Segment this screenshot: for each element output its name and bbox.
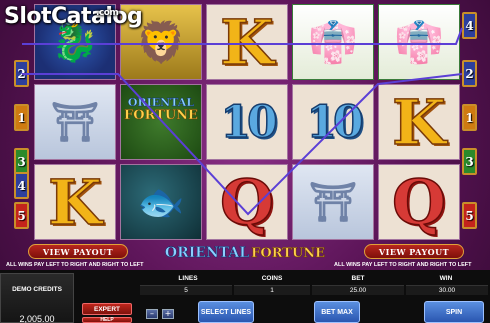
payline-badge-left[interactable]: 1 xyxy=(14,104,29,131)
geisha-icon: 👘 xyxy=(308,18,358,66)
logo-part1: ORIENTAL xyxy=(164,245,250,262)
reel-grid: 🐉 ⛩ K 🦁 ORIENTAL FORTUNE 🐟 K 10 Q 👘 10 ⛩… xyxy=(34,4,462,244)
payline-badge-right[interactable]: 2 xyxy=(462,60,477,87)
payline-badge-left[interactable]: 2 xyxy=(14,60,29,87)
win-label: WIN xyxy=(439,275,453,282)
symbol-10-label: 10 xyxy=(220,96,279,149)
reel-symbol-10: 10 xyxy=(206,84,288,160)
view-payout-button[interactable]: VIEW PAYOUT xyxy=(28,244,128,259)
symbol-10-label: 10 xyxy=(306,96,365,149)
symbol-k-label: K xyxy=(391,85,446,159)
credits-label: DEMO CREDITS xyxy=(12,286,62,293)
bet-max-button[interactable]: BET MAX xyxy=(314,301,360,323)
spin-button[interactable]: SPIN xyxy=(424,301,484,323)
reel-symbol-logo: ORIENTAL FORTUNE xyxy=(120,84,202,160)
payline-badge-right[interactable]: 5 xyxy=(462,202,477,229)
reel-symbol-k: K xyxy=(34,164,116,240)
reel-symbol-geisha: 👘 xyxy=(378,4,460,80)
reel-symbol-geisha: 👘 xyxy=(292,4,374,80)
expert-button[interactable]: EXPERT xyxy=(82,303,132,315)
payline-badge-right[interactable]: 1 xyxy=(462,104,477,131)
watermark-text: SlotCatalog xyxy=(4,4,143,29)
view-payout-button[interactable]: VIEW PAYOUT xyxy=(364,244,464,259)
lines-value: 5 xyxy=(140,285,232,295)
geisha-icon: 👘 xyxy=(394,18,444,66)
wins-note-left: ALL WINS PAY LEFT TO RIGHT AND RIGHT TO … xyxy=(6,262,144,268)
reel-symbol-k: K xyxy=(206,4,288,80)
credits-box: DEMO CREDITS 2,005.00 xyxy=(0,273,74,323)
win-value: 30.00 xyxy=(406,285,488,295)
credits-value: 2,005.00 xyxy=(19,314,55,323)
watermark-suffix: .com xyxy=(96,8,119,18)
reel-symbol-temple: ⛩ xyxy=(34,84,116,160)
payline-badge-left[interactable]: 5 xyxy=(14,202,29,229)
coins-label: COINS xyxy=(261,275,283,282)
symbol-k-label: K xyxy=(219,5,274,79)
help-button[interactable]: HELP xyxy=(82,317,132,323)
logo-part2: FORTUNE xyxy=(251,245,326,261)
coins-value: 1 xyxy=(234,285,310,295)
pagoda-icon: ⛩ xyxy=(308,179,358,224)
reel-symbol-k: K xyxy=(378,84,460,160)
reel-symbol-10: 10 xyxy=(292,84,374,160)
payline-badge-left[interactable]: 3 xyxy=(14,148,29,175)
lines-label: LINES xyxy=(178,275,198,282)
bet-value: 25.00 xyxy=(312,285,404,295)
logo-symbol-line2: FORTUNE xyxy=(124,107,198,123)
reel-symbol-koi: 🐟 xyxy=(120,164,202,240)
pagoda-icon: ⛩ xyxy=(50,99,100,144)
increase-bet-button[interactable]: + xyxy=(162,309,174,319)
game-logo: ORIENTAL FORTUNE xyxy=(152,242,338,264)
slot-game: 2 1 3 4 5 4 2 1 3 5 🐉 ⛩ K 🦁 ORIENTAL FOR… xyxy=(0,0,490,323)
logo-symbol-line1: ORIENTAL xyxy=(127,96,195,109)
koi-fish-icon: 🐟 xyxy=(137,179,185,224)
logo-symbol-text: ORIENTAL FORTUNE xyxy=(121,97,201,122)
wins-note-right: ALL WINS PAY LEFT TO RIGHT AND RIGHT TO … xyxy=(334,262,472,268)
decrease-bet-button[interactable]: – xyxy=(146,309,158,319)
reel-symbol-q: Q xyxy=(378,164,460,240)
symbol-q-label: Q xyxy=(391,165,447,239)
payline-badge-right[interactable]: 3 xyxy=(462,148,477,175)
reel-symbol-temple: ⛩ xyxy=(292,164,374,240)
reel-symbol-q: Q xyxy=(206,164,288,240)
bet-label: BET xyxy=(351,275,365,282)
payline-badge-right[interactable]: 4 xyxy=(462,12,477,39)
select-lines-button[interactable]: SELECT LINES xyxy=(198,301,254,323)
symbol-q-label: Q xyxy=(219,165,275,239)
watermark-logo: SlotCatalog .com xyxy=(4,4,143,29)
payline-badge-left[interactable]: 4 xyxy=(14,172,29,199)
symbol-k-label: K xyxy=(47,165,102,239)
